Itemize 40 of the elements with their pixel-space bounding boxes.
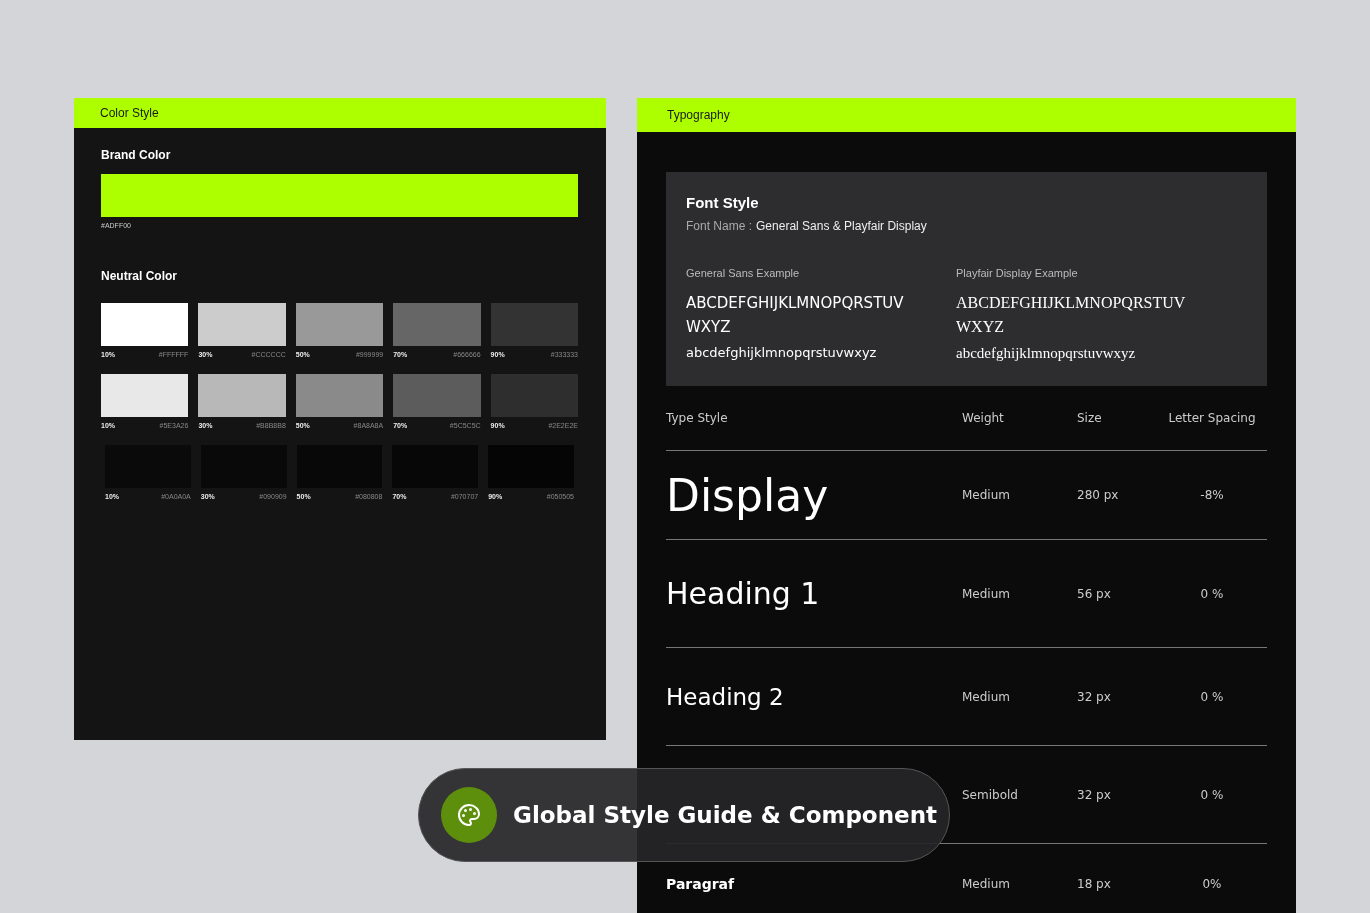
column-header: Size: [1077, 411, 1103, 425]
table-cell-text: 0 %: [1199, 586, 1225, 601]
uppercase-sample: WXYZ: [956, 317, 1005, 337]
table-cell-text: 0 %: [1199, 689, 1225, 704]
type-style-sample: Display: [666, 469, 829, 521]
table-cell-text: 18 px: [1077, 877, 1112, 891]
font-name-label: Font Name :: [686, 219, 753, 233]
table-cell-text: 56 px: [1077, 586, 1112, 601]
table-cell-text: -8%: [1199, 488, 1225, 502]
table-cell-text: Semibold: [962, 787, 1019, 802]
badge-title: Global Style Guide & Component: [513, 802, 937, 828]
uppercase-sample: ABCDEFGHIJKLMNOPQRSTUV: [686, 293, 905, 314]
table-cell-text: 32 px: [1077, 787, 1112, 802]
type-style-sample: Heading 2: [666, 683, 784, 710]
lowercase-sample: abcdefghijklmnopqrstuvwxyz: [956, 345, 1137, 362]
table-cell-text: 0%: [1201, 877, 1223, 891]
column-header: Type Style: [666, 411, 729, 425]
panel-header: Typography: [637, 98, 1296, 132]
table-cell-text: 0 %: [1199, 787, 1225, 802]
type-style-sample: Heading 1: [666, 576, 820, 611]
table-cell-text: 280 px: [1077, 488, 1120, 502]
font-name: General Sans & Playfair Display: [756, 219, 927, 233]
table-cell-text: 32 px: [1077, 689, 1112, 704]
uppercase-sample: ABCDEFGHIJKLMNOPQRSTUV: [956, 293, 1187, 313]
column-header: Weight: [962, 411, 1005, 425]
lowercase-sample: abcdefghijklmnopqrstuvwxyz: [686, 345, 878, 360]
table-cell-text: Medium: [962, 689, 1011, 704]
column-header: Letter Spacing: [1167, 411, 1257, 425]
example-label: Playfair Display Example: [956, 267, 1079, 279]
table-cell-text: Medium: [962, 586, 1011, 601]
section-label: Brand Color: [101, 148, 172, 162]
uppercase-sample: WXYZ: [686, 317, 732, 338]
panel-header: Color Style: [74, 98, 606, 128]
section-label: Neutral Color: [101, 269, 178, 283]
example-label: General Sans Example: [686, 267, 801, 279]
table-cell-text: Medium: [962, 877, 1011, 891]
table-cell-text: Medium: [962, 488, 1011, 502]
type-style-sample: Paragraf: [666, 876, 735, 892]
card-title: Font Style: [686, 194, 760, 211]
palette-icon: [441, 787, 497, 843]
